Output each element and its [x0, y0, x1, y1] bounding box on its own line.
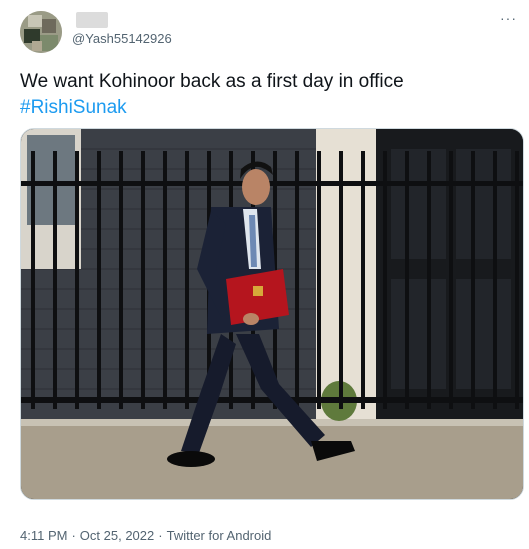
tweet-text-line: We want Kohinoor back as a first day in …	[20, 71, 404, 92]
tweet-card[interactable]: @Yash55142926 ··· We want Kohinoor back …	[0, 0, 529, 549]
avatar-pixel	[42, 19, 56, 33]
hashtag-link[interactable]: #RishiSunak	[20, 95, 127, 121]
door-panel	[456, 149, 511, 259]
tweet-time[interactable]: 4:11 PM	[20, 528, 67, 543]
tweet-date[interactable]: Oct 25, 2022	[80, 528, 154, 543]
door-panel	[456, 279, 511, 389]
avatar-pixel	[28, 15, 42, 27]
door-panel	[391, 279, 446, 389]
more-options-icon[interactable]: ···	[500, 10, 517, 26]
tweet-source[interactable]: Twitter for Android	[167, 528, 272, 543]
tweet-text: We want Kohinoor back as a first day in …	[20, 69, 510, 121]
tweet-meta: 4:11 PM · Oct 25, 2022 · Twitter for Android	[20, 528, 271, 543]
display-name-redacted[interactable]	[76, 12, 108, 28]
avatar-pixel	[32, 41, 42, 51]
photo-image	[21, 129, 523, 499]
door-panel	[391, 149, 446, 259]
author-handle[interactable]: @Yash55142926	[72, 31, 172, 46]
avatar-pixel	[40, 35, 58, 51]
tweet-photo[interactable]	[20, 128, 524, 500]
avatar[interactable]	[20, 11, 62, 53]
pavement	[21, 419, 523, 499]
meta-separator: ·	[71, 528, 76, 543]
stone-pillar	[316, 129, 376, 419]
meta-separator: ·	[158, 528, 163, 543]
